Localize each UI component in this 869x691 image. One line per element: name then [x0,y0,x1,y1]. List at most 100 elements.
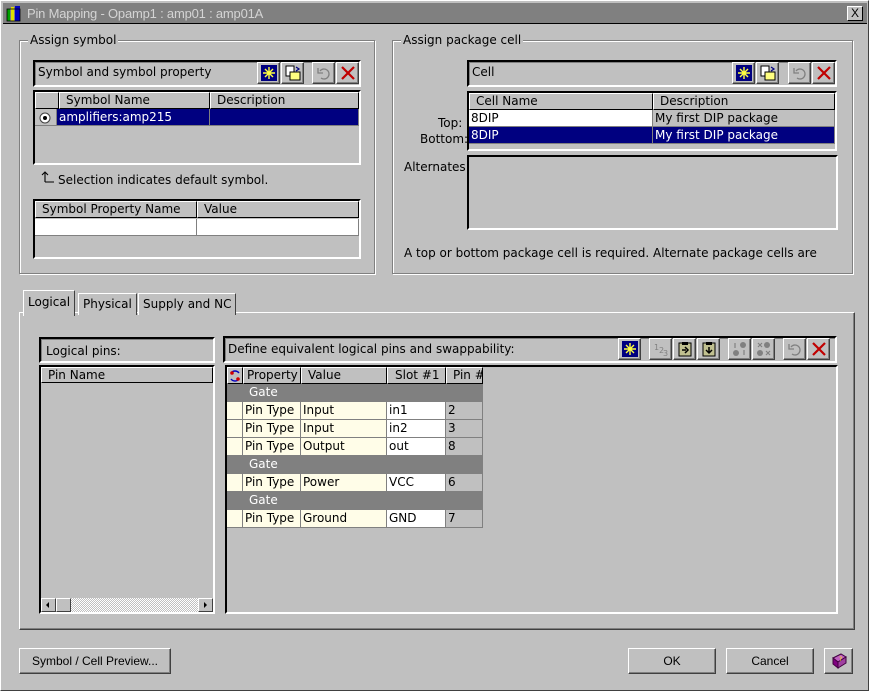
slot-cell[interactable]: in1 [387,402,446,420]
svg-text:3: 3 [663,349,668,357]
value-cell[interactable]: Output [301,438,387,456]
delete-symbol-button[interactable] [336,62,359,84]
symbol-toolbar-label: Symbol and symbol property [38,65,212,79]
default-radio[interactable] [35,109,57,126]
row-handle[interactable] [227,474,243,492]
pin-number-cell[interactable]: 3 [446,420,483,438]
new-icon [736,65,752,81]
alternates-list[interactable] [467,155,838,230]
tab-supply-and-nc[interactable]: Supply and NC [138,293,237,315]
slot-cell[interactable]: VCC [387,474,446,492]
cell-description-header[interactable]: Description [653,93,835,110]
delete-cell-button[interactable] [812,62,835,84]
row-handle[interactable] [227,438,243,456]
symbol-name-header[interactable]: Symbol Name [59,92,210,109]
property-cell[interactable]: Pin Type [243,402,301,420]
ok-button[interactable]: OK [628,648,716,674]
property-cell[interactable]: Pin Type [243,420,301,438]
pin-number-cell[interactable]: 6 [446,474,483,492]
property-name-cell[interactable] [35,219,197,236]
property-header[interactable]: Property [243,367,301,384]
tab-physical[interactable]: Physical [78,293,137,315]
value-header[interactable]: Value [301,367,387,384]
property-cell[interactable]: Pin Type [243,474,301,492]
property-value-cell[interactable] [197,219,359,236]
close-button[interactable]: X [847,6,863,21]
slot1-header[interactable]: Slot #1 [387,367,446,384]
symbol-description-cell[interactable] [210,109,359,126]
logical-pins-header-box: Logical pins: [39,337,215,363]
row-handle[interactable] [227,510,243,528]
bottom-label: Bottom: [420,132,469,146]
pin-number-cell[interactable]: 2 [446,402,483,420]
renumber-button[interactable]: 123 [649,338,672,360]
undo-cell-button[interactable] [788,62,811,84]
slot-cell[interactable]: in2 [387,420,446,438]
pin-number-header[interactable]: Pin # [446,367,483,384]
symbol-name-cell[interactable]: amplifiers:amp215 [57,109,210,126]
package-note: A top or bottom package cell is required… [404,246,817,260]
logical-pins-list: Pin Name [39,365,215,614]
paste-down-button[interactable] [697,338,720,360]
value-cell[interactable]: Input [301,402,387,420]
new-icon [622,341,638,357]
clipboard-right-icon [678,342,692,357]
delete-equivalence-button[interactable] [807,338,830,360]
bottom-cell-name[interactable]: 8DIP [469,127,653,144]
browse-symbol-button[interactable] [281,62,304,84]
bottom-cell-description[interactable]: My first DIP package [653,127,835,144]
help-button[interactable]: ? [824,648,853,674]
pin-name-header[interactable]: Pin Name [41,367,213,383]
unswap-pins-button[interactable] [752,338,775,360]
new-equivalence-button[interactable] [618,338,641,360]
symbol-cell-preview-button[interactable]: Symbol / Cell Preview... [19,648,171,674]
value-cell[interactable]: Ground [301,510,387,528]
scroll-thumb[interactable] [56,598,71,612]
delete-icon [812,342,826,356]
tab-logical[interactable]: Logical [23,290,76,316]
undo-icon [317,68,330,80]
value-cell[interactable]: Power [301,474,387,492]
symbol-toolbar: Symbol and symbol property [33,60,361,87]
refresh-icon [230,370,240,382]
scroll-left-button[interactable] [41,598,56,612]
symbol-table: Symbol Name Description amplifiers:amp21… [33,90,361,165]
gate-row[interactable]: Gate [227,492,483,510]
pin-number-cell[interactable]: 7 [446,510,483,528]
scroll-right-button[interactable] [198,598,213,612]
cell-table: Cell Name Description 8DIP My first DIP … [467,91,837,151]
pin-number-cell[interactable]: 8 [446,438,483,456]
cell-name-header[interactable]: Cell Name [469,93,653,110]
gate-row[interactable]: Gate [227,456,483,474]
pin-mapping-dialog: Pin Mapping - Opamp1 : amp01 : amp01A X … [0,0,869,691]
undo-symbol-button[interactable] [312,62,335,84]
arrow-up-turn-icon [41,171,54,183]
top-cell-name[interactable]: 8DIP [469,110,653,127]
row-handle[interactable] [227,420,243,438]
title-bar[interactable]: Pin Mapping - Opamp1 : amp01 : amp01A X [3,3,867,24]
property-value-header[interactable]: Value [197,201,359,218]
new-cell-button[interactable] [732,62,755,84]
property-name-header[interactable]: Symbol Property Name [35,201,197,218]
refresh-header[interactable] [227,367,243,384]
browse-cell-button[interactable] [756,62,779,84]
property-cell[interactable]: Pin Type [243,510,301,528]
swap-icon [733,342,746,356]
slot-cell[interactable]: GND [387,510,446,528]
renumber-icon: 1 23 [654,343,668,357]
property-cell[interactable]: Pin Type [243,438,301,456]
horizontal-scrollbar[interactable] [41,598,213,612]
new-symbol-button[interactable] [257,62,280,84]
top-cell-description[interactable]: My first DIP package [653,110,835,127]
row-handle[interactable] [227,402,243,420]
gate-row[interactable]: Gate [227,384,483,402]
equivalent-pins-label: Define equivalent logical pins and swapp… [228,342,515,356]
paste-right-button[interactable] [673,338,696,360]
cell-toolbar-label: Cell [472,65,495,79]
value-cell[interactable]: Input [301,420,387,438]
swap-pins-button[interactable] [728,338,751,360]
slot-cell[interactable]: out [387,438,446,456]
undo-equivalence-button[interactable] [783,338,806,360]
cancel-button[interactable]: Cancel [726,648,814,674]
symbol-description-header[interactable]: Description [210,92,359,109]
